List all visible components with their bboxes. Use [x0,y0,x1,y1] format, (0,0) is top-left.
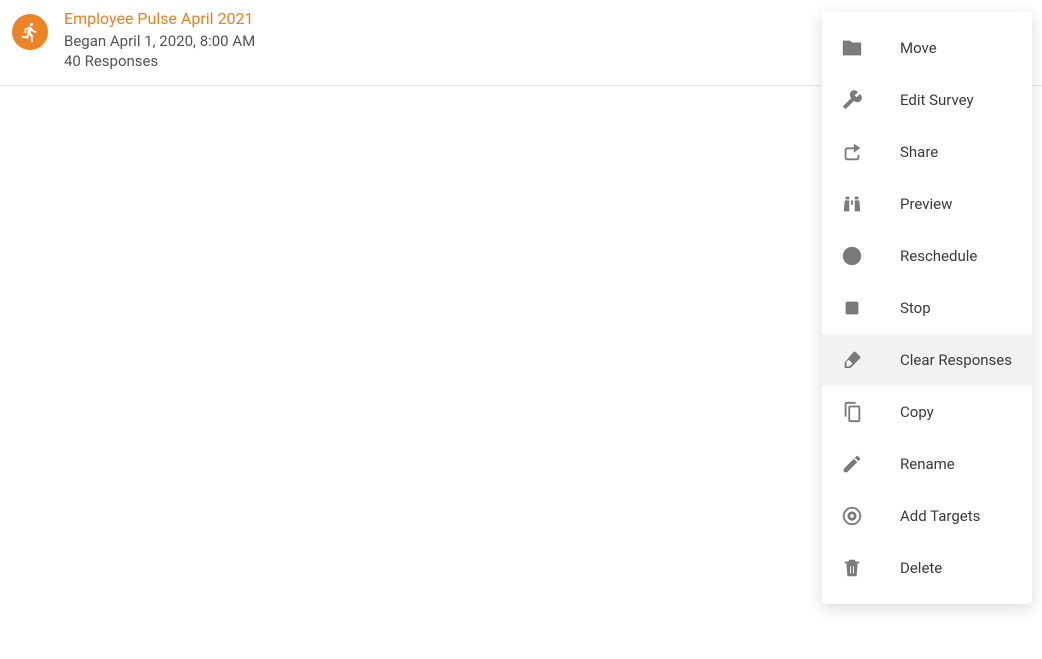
menu-label: Move [900,39,937,57]
menu-item-edit-survey[interactable]: Edit Survey [822,74,1032,126]
clock-icon [840,245,864,267]
menu-label: Copy [900,403,934,421]
survey-info: Employee Pulse April 2021 Began April 1,… [64,8,828,71]
menu-label: Share [900,143,938,161]
menu-label: Rename [900,455,955,473]
eraser-icon [840,349,864,371]
target-icon [840,505,864,527]
binoculars-icon [840,193,864,215]
menu-label: Edit Survey [900,91,974,109]
wrench-icon [840,89,864,111]
menu-label: Reschedule [900,247,977,265]
survey-responses-text: 40 Responses [64,51,828,71]
menu-item-share[interactable]: Share [822,126,1032,178]
menu-item-copy[interactable]: Copy [822,386,1032,438]
trash-icon [840,557,864,579]
folder-icon [840,37,864,59]
menu-item-clear-responses[interactable]: Clear Responses [822,334,1032,386]
menu-item-move[interactable]: Move [822,22,1032,74]
menu-item-delete[interactable]: Delete [822,542,1032,594]
survey-title-link[interactable]: Employee Pulse April 2021 [64,8,828,30]
menu-item-add-targets[interactable]: Add Targets [822,490,1032,542]
menu-label: Add Targets [900,507,980,525]
survey-context-menu: Move Edit Survey Share Preview Reschedul… [822,12,1032,604]
menu-label: Clear Responses [900,351,1012,369]
menu-item-stop[interactable]: Stop [822,282,1032,334]
menu-label: Delete [900,559,942,577]
share-icon [840,141,864,163]
survey-status-icon [12,14,48,50]
stop-icon [840,297,864,319]
menu-label: Preview [900,195,952,213]
running-icon [19,21,41,43]
menu-item-reschedule[interactable]: Reschedule [822,230,1032,282]
copy-icon [840,401,864,423]
menu-item-preview[interactable]: Preview [822,178,1032,230]
survey-began-text: Began April 1, 2020, 8:00 AM [64,31,828,51]
menu-label: Stop [900,299,931,317]
menu-item-rename[interactable]: Rename [822,438,1032,490]
pencil-icon [840,453,864,475]
